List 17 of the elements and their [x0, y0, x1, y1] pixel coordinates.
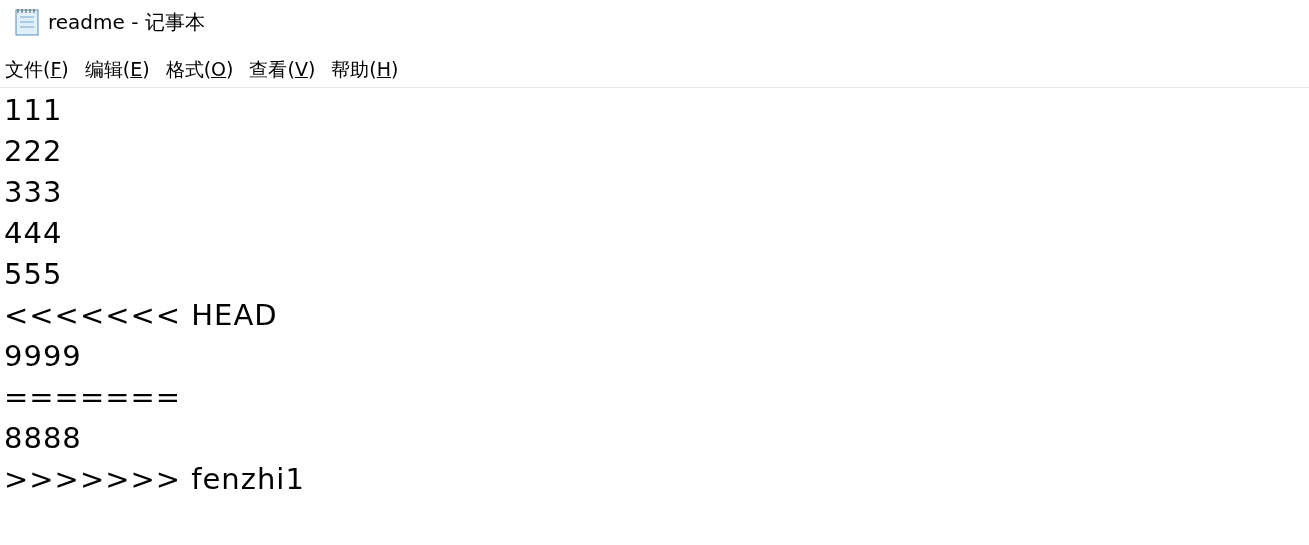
text-line: >>>>>>> fenzhi1: [4, 461, 306, 498]
text-line: =======: [4, 379, 183, 416]
text-line: 555: [4, 256, 64, 293]
menu-item[interactable]: 帮助(H): [330, 54, 400, 83]
text-line: 8888: [4, 420, 83, 457]
window-title: readme - 记事本: [48, 9, 205, 36]
menu-item[interactable]: 查看(V): [248, 54, 317, 83]
menu-item[interactable]: 格式(O): [164, 54, 235, 83]
text-line: <<<<<<< HEAD: [4, 297, 279, 334]
menu-item[interactable]: 编辑(E): [83, 54, 151, 83]
text-line: 9999: [4, 338, 83, 375]
menu-item[interactable]: 文件(F): [4, 54, 70, 83]
notepad-icon: [12, 7, 42, 37]
text-line: 111: [4, 92, 64, 129]
text-line: 222: [4, 133, 64, 170]
text-line: 444: [4, 215, 64, 252]
text-line: 333: [4, 174, 64, 211]
